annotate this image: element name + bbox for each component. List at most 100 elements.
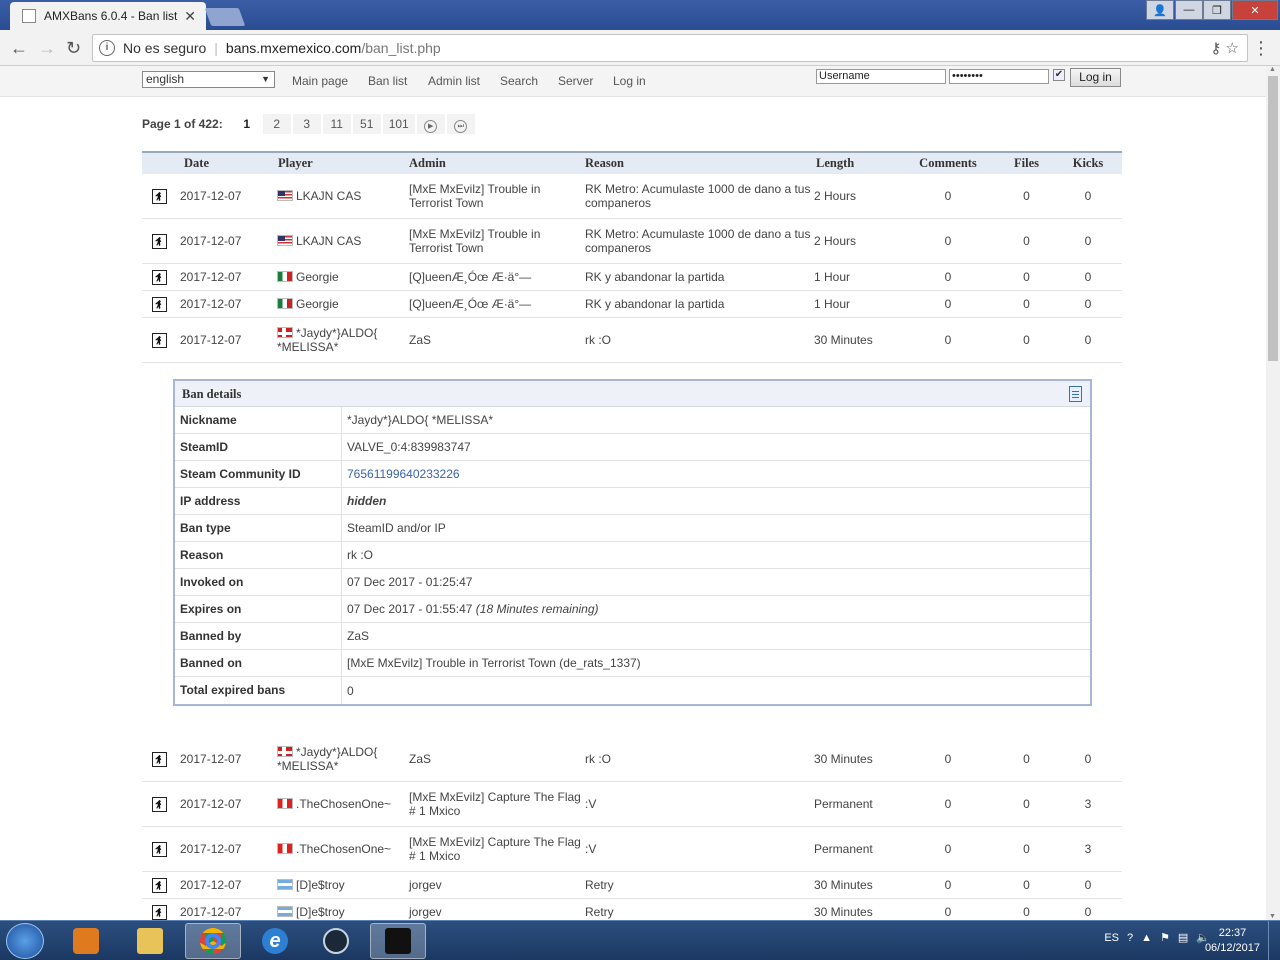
page-link-2[interactable]: 2 xyxy=(262,114,291,134)
counter-strike-icon xyxy=(151,332,167,348)
cell-reason: rk :O xyxy=(585,333,611,347)
player-name: Georgie xyxy=(296,297,339,311)
next-page-button[interactable]: ▶ xyxy=(416,114,445,134)
security-label[interactable]: No es seguro xyxy=(123,40,206,56)
nav-admin-list[interactable]: Admin list xyxy=(428,74,480,88)
table-row[interactable]: 2017-12-07 [D]e$troy jorgev Retry 30 Minutes… xyxy=(142,899,1122,920)
nav-search[interactable]: Search xyxy=(500,74,538,88)
show-desktop-button[interactable] xyxy=(1268,921,1280,960)
password-field[interactable]: •••••••• xyxy=(949,69,1049,84)
ban-details-title: Ban details xyxy=(175,381,1090,407)
network-icon[interactable]: ▤ xyxy=(1178,931,1188,944)
details-value: rk :O xyxy=(347,548,373,562)
table-row[interactable]: 2017-12-07 [D]e$troy jorgev Retry 30 Minutes… xyxy=(142,872,1122,899)
details-value: VALVE_0:4:839983747 xyxy=(347,440,471,454)
tab-close-icon[interactable]: ✕ xyxy=(184,8,196,25)
login-button[interactable]: Log in xyxy=(1070,68,1121,87)
nav-server[interactable]: Server xyxy=(558,74,593,88)
table-row[interactable]: 2017-12-07 LKAJN CAS [MxE MxEvilz] Trouble… xyxy=(142,219,1122,264)
details-label: Total expired bans xyxy=(175,677,342,704)
header-length[interactable]: Length xyxy=(814,156,898,171)
page-link-11[interactable]: 11 xyxy=(322,114,351,134)
player-name: [D]e$troy xyxy=(296,878,345,892)
steam-community-link[interactable]: 76561199640233226 xyxy=(342,467,460,481)
cell-length: 30 Minutes xyxy=(814,333,873,347)
header-kicks[interactable]: Kicks xyxy=(1055,156,1121,171)
player-name: .TheChosenOne~ xyxy=(296,797,392,811)
header-admin[interactable]: Admin xyxy=(409,156,585,171)
back-arrow-icon[interactable]: ← xyxy=(10,38,28,59)
cell-length: 30 Minutes xyxy=(814,752,873,766)
flag-icon[interactable]: ⚑ xyxy=(1160,931,1170,944)
nav-main-page[interactable]: Main page xyxy=(292,74,348,88)
minimize-button[interactable]: — xyxy=(1175,0,1203,20)
window-close-button[interactable]: ✕ xyxy=(1232,0,1278,20)
ban-table-continued: 2017-12-07 *Jaydy*}ALDO{ *MELISSA* ZaS rk :… xyxy=(142,737,1122,920)
cell-admin: [Q]ueenÆ¸Óœ Æ·ä°— xyxy=(409,297,532,311)
media-player-icon[interactable] xyxy=(58,923,114,959)
chrome-icon[interactable] xyxy=(185,923,241,959)
language-indicator[interactable]: ES xyxy=(1104,932,1119,944)
info-icon[interactable]: i xyxy=(99,40,115,56)
maximize-button[interactable]: ❐ xyxy=(1203,0,1231,20)
cell-reason: RK Metro: Acumulaste 1000 de dano a tus … xyxy=(585,227,811,255)
cell-player: LKAJN CAS xyxy=(277,234,409,248)
page-link-3[interactable]: 3 xyxy=(292,114,321,134)
header-player[interactable]: Player xyxy=(277,156,409,171)
key-icon[interactable]: ⚷ ☆ xyxy=(1210,39,1239,57)
internet-explorer-icon[interactable]: e xyxy=(247,923,303,959)
reload-icon[interactable]: ↻ xyxy=(66,38,81,59)
cell-date: 2017-12-07 xyxy=(180,752,242,766)
address-bar[interactable]: i No es seguro | bans.mxemexico.com/ban_… xyxy=(92,34,1248,62)
cell-kicks: 3 xyxy=(1084,797,1092,811)
cell-comments: 0 xyxy=(944,905,952,919)
game-icon xyxy=(142,841,176,857)
scroll-down-icon[interactable]: ▼ xyxy=(1269,913,1276,920)
nav-ban-list[interactable]: Ban list xyxy=(368,74,407,88)
forward-arrow-icon[interactable]: → xyxy=(38,38,56,59)
table-row[interactable]: 2017-12-07 .TheChosenOne~ [MxE MxEvilz] Ca… xyxy=(142,827,1122,872)
cell-admin: ZaS xyxy=(409,752,432,766)
document-icon[interactable] xyxy=(1069,386,1082,402)
page-link-101[interactable]: 101 xyxy=(382,114,415,134)
cell-kicks: 0 xyxy=(1084,189,1092,203)
table-row[interactable]: 2017-12-07 Georgie [Q]ueenÆ¸Óœ Æ·ä°— RK y a… xyxy=(142,291,1122,318)
cell-date: 2017-12-07 xyxy=(180,333,242,347)
clock[interactable]: 22:37 06/12/2017 xyxy=(1205,926,1260,956)
help-icon[interactable]: ? xyxy=(1127,932,1133,944)
page-link-51[interactable]: 51 xyxy=(352,114,381,134)
chevron-up-icon[interactable]: ▲ xyxy=(1141,932,1152,944)
steam-icon[interactable] xyxy=(308,923,364,959)
page-link-1[interactable]: 1 xyxy=(233,114,261,134)
menu-icon[interactable]: ⋮ xyxy=(1252,38,1270,59)
table-row[interactable]: 2017-12-07 Georgie [Q]ueenÆ¸Óœ Æ·ä°— RK y a… xyxy=(142,264,1122,291)
header-comments[interactable]: Comments xyxy=(898,156,998,171)
browser-tab[interactable]: AMXBans 6.0.4 - Ban list ✕ xyxy=(10,2,206,30)
table-row[interactable]: 2017-12-07 .TheChosenOne~ [MxE MxEvilz] Ca… xyxy=(142,782,1122,827)
counter-strike-icon[interactable] xyxy=(370,923,426,959)
file-explorer-icon[interactable] xyxy=(122,923,178,959)
nav-log-in[interactable]: Log in xyxy=(613,74,646,88)
scroll-thumb[interactable] xyxy=(1268,76,1278,361)
user-icon[interactable]: 👤 xyxy=(1146,0,1174,20)
separator: | xyxy=(214,40,218,56)
table-row[interactable]: 2017-12-07 *Jaydy*}ALDO{ *MELISSA* ZaS rk :… xyxy=(142,318,1122,363)
expires-date: 07 Dec 2017 - 01:55:47 xyxy=(347,602,473,616)
details-value: SteamID and/or IP xyxy=(347,521,446,535)
header-date[interactable]: Date xyxy=(176,156,277,171)
table-row[interactable]: 2017-12-07 LKAJN CAS [MxE MxEvilz] Trouble… xyxy=(142,174,1122,219)
language-select[interactable]: english ▼ xyxy=(142,71,275,88)
remember-checkbox[interactable]: ✔ xyxy=(1053,69,1065,81)
start-button[interactable] xyxy=(6,923,44,959)
new-tab-button[interactable] xyxy=(204,8,246,26)
scrollbar[interactable]: ▲ ▼ xyxy=(1266,66,1280,920)
table-row[interactable]: 2017-12-07 *Jaydy*}ALDO{ *MELISSA* ZaS rk :… xyxy=(142,737,1122,782)
cell-files: 0 xyxy=(1023,270,1030,284)
header-files[interactable]: Files xyxy=(998,156,1055,171)
header-reason[interactable]: Reason xyxy=(585,156,814,171)
details-value: [MxE MxEvilz] Trouble in Terrorist Town … xyxy=(347,656,641,670)
last-page-button[interactable]: ⏭ xyxy=(446,114,475,134)
username-field[interactable]: Username xyxy=(816,69,946,84)
bookmark-star-icon[interactable]: ☆ xyxy=(1226,40,1239,57)
scroll-up-icon[interactable]: ▲ xyxy=(1269,66,1276,73)
